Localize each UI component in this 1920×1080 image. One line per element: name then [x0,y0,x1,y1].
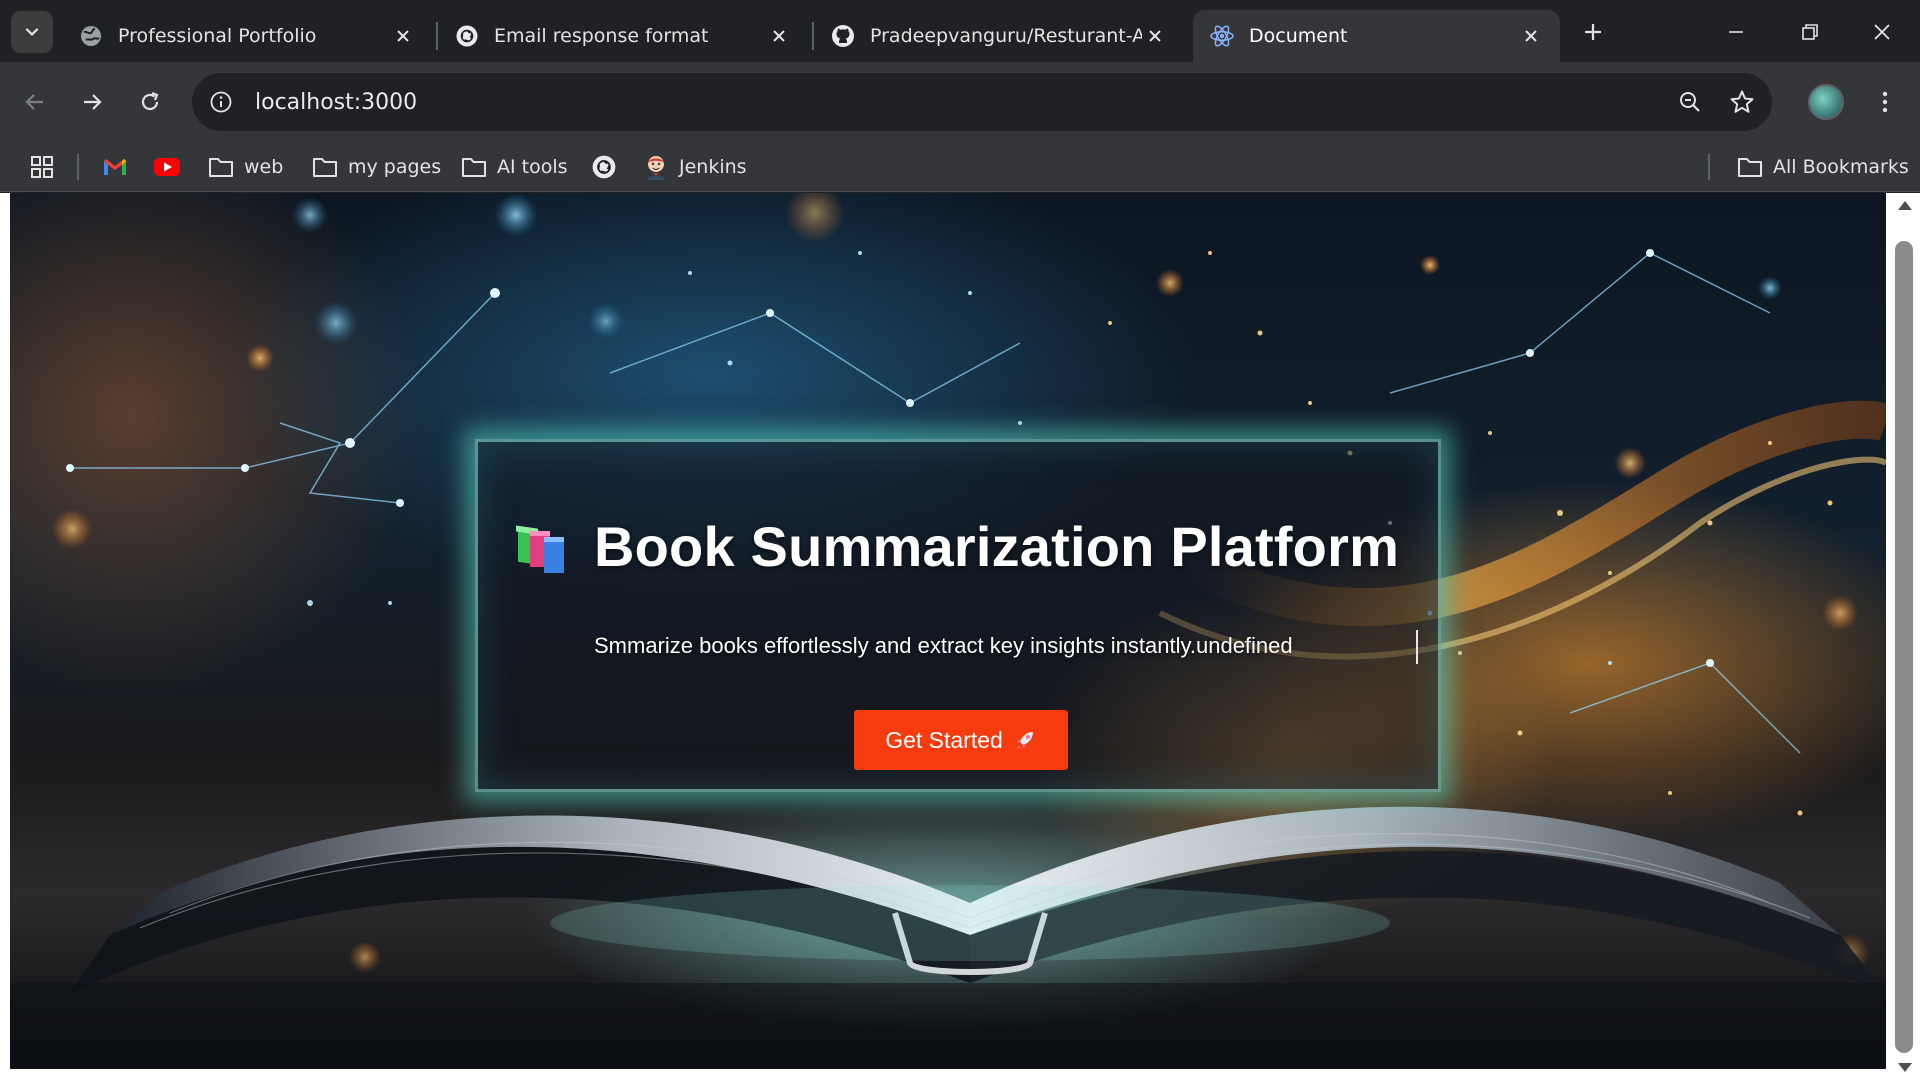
hero-card: Book Summarization Platform Smmarize boo… [475,439,1441,792]
page-bottom-strip [0,1069,1888,1080]
bookmark-jenkins[interactable]: Jenkins [642,151,747,183]
arrow-right-icon [84,94,102,110]
bookmarks-divider [1708,154,1710,180]
close-icon[interactable] [1142,23,1168,49]
get-started-button[interactable]: Get Started [854,710,1068,770]
tab-title: Pradeepvanguru/Resturant-Ap [870,25,1142,47]
bookmark-label: my pages [348,156,442,178]
all-bookmarks-button[interactable]: All Bookmarks [1736,151,1909,183]
books-icon [516,525,564,573]
arrow-left-icon [25,94,43,110]
restore-icon [1802,24,1818,40]
restore-button[interactable] [1780,10,1840,54]
tab-title: Document [1249,25,1348,47]
rocket-icon [1016,732,1033,749]
bookmarks-bar: web my pages AI tools Jenkins All Bookma… [0,142,1920,192]
bookmark-label: Jenkins [679,156,747,178]
openai-icon [454,23,480,49]
bookmark-folder-ai-tools[interactable]: AI tools [460,151,568,183]
scrollbar-thumb[interactable] [1895,241,1913,1053]
forward-button[interactable] [70,80,114,124]
plus-icon [1585,24,1601,40]
close-icon[interactable] [766,23,792,49]
close-icon[interactable] [390,23,416,49]
tab-github-resturant-app[interactable]: Pradeepvanguru/Resturant-Ap [814,10,1184,62]
gmail-icon [101,153,129,181]
react-icon [1209,23,1235,49]
hero-title-row: Book Summarization Platform [512,514,1418,579]
folder-icon [311,153,339,181]
github-icon [830,23,856,49]
new-tab-button[interactable] [1575,14,1611,50]
close-icon[interactable] [1518,23,1544,49]
hero-section: Book Summarization Platform Smmarize boo… [10,193,1886,1069]
address-bar[interactable]: localhost:3000 [192,73,1772,131]
scroll-up-arrow-icon[interactable] [1898,201,1912,210]
bookmarks-divider [77,154,79,180]
tab-strip: Professional Portfolio Email response fo… [0,0,1920,62]
bookmark-label: AI tools [497,156,568,178]
tab-search-button[interactable] [11,11,53,53]
browser-menu-button[interactable] [1868,80,1902,124]
bookmark-youtube[interactable] [153,151,190,183]
bookmark-label: web [244,156,284,178]
reload-icon [141,91,159,111]
profile-avatar[interactable] [1808,84,1844,120]
hero-subtitle: Smmarize books effortlessly and extract … [594,633,1293,658]
tab-title: Professional Portfolio [118,25,317,47]
bookmark-openai[interactable] [590,151,627,183]
get-started-label: Get Started [885,726,1003,753]
back-button[interactable] [13,80,57,124]
chevron-down-icon [25,28,39,36]
folder-icon [1736,153,1764,181]
folder-icon [207,153,235,181]
tab-email-response-format[interactable]: Email response format [438,10,808,62]
more-vertical-icon [1882,91,1888,113]
minimize-button[interactable] [1706,10,1766,54]
minimize-icon [1729,31,1743,33]
page-viewport: Book Summarization Platform Smmarize boo… [0,193,1920,1080]
vertical-scrollbar[interactable] [1888,193,1920,1080]
tab-title: Email response format [494,25,709,47]
bookmark-gmail[interactable] [101,151,138,183]
apps-grid-icon [28,153,56,181]
tab-document[interactable]: Document [1193,10,1560,62]
all-bookmarks-label: All Bookmarks [1773,156,1909,178]
url-text[interactable]: localhost:3000 [255,90,1668,115]
bookmark-folder-web[interactable]: web [207,151,283,183]
bookmark-folder-my-pages[interactable]: my pages [311,151,441,183]
bookmark-star-icon[interactable] [1720,80,1764,124]
tab-professional-portfolio[interactable]: Professional Portfolio [62,10,432,62]
text-cursor [1416,630,1418,664]
site-info-icon[interactable] [199,80,243,124]
reload-button[interactable] [128,80,172,124]
openai-icon [590,153,618,181]
close-window-button[interactable] [1852,10,1912,54]
folder-icon [460,153,488,181]
zoom-icon[interactable] [1668,80,1712,124]
scroll-down-arrow-icon[interactable] [1898,1063,1912,1072]
browser-toolbar: localhost:3000 [0,62,1920,142]
hero-title: Book Summarization Platform [594,515,1400,578]
globe-icon [78,23,104,49]
close-icon [1874,24,1890,40]
jenkins-icon [642,153,670,181]
youtube-icon [153,153,181,181]
apps-button[interactable] [28,151,65,183]
